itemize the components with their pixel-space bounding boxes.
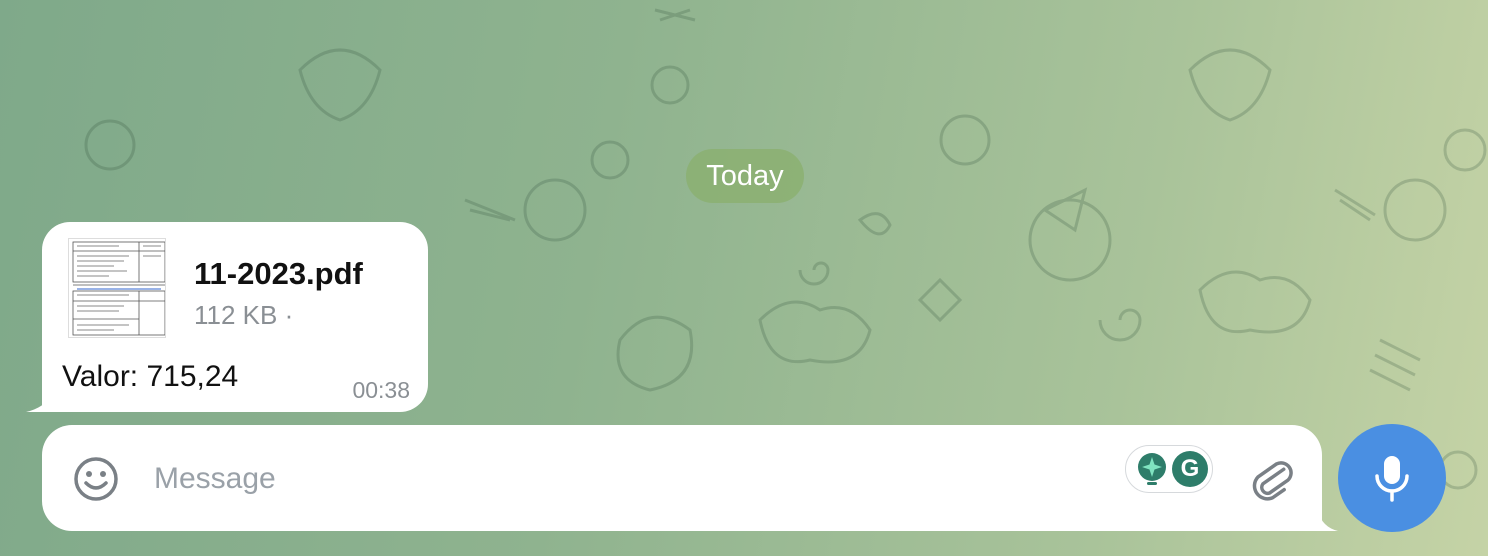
file-size: 112 KB ·	[194, 300, 294, 330]
date-separator: Today	[686, 149, 804, 203]
message-input[interactable]	[152, 453, 1056, 505]
paperclip-icon[interactable]	[1246, 453, 1294, 503]
document-preview-icon	[69, 239, 165, 337]
smiley-icon[interactable]	[72, 455, 120, 503]
voice-record-button[interactable]	[1338, 424, 1446, 532]
message-bubble[interactable]: 11-2023.pdf 112 KB · Valor: 715,24 00:38	[42, 222, 428, 412]
message-time: 00:38	[352, 377, 410, 403]
composer-tail	[1318, 511, 1338, 531]
message-caption: Valor: 715,24	[62, 360, 239, 393]
pdf-thumbnail[interactable]	[68, 238, 166, 338]
sparkle-bulb-icon[interactable]	[1134, 451, 1170, 487]
grammarly-icon[interactable]: G	[1172, 451, 1208, 487]
file-name[interactable]: 11-2023.pdf	[194, 256, 363, 292]
microphone-icon	[1375, 456, 1409, 502]
extension-widget[interactable]: G	[1125, 445, 1213, 493]
message-composer: G	[42, 425, 1322, 531]
